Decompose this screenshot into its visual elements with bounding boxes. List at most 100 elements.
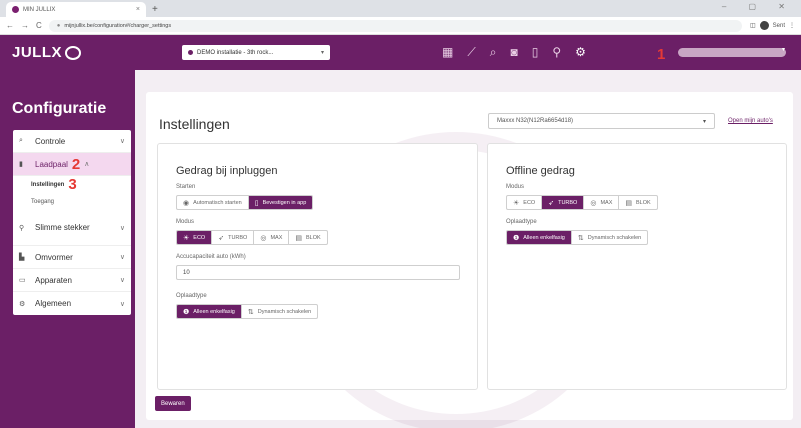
camera-icon[interactable]: ◙ xyxy=(510,45,517,60)
extensions-icon[interactable]: ◫ xyxy=(750,22,756,29)
mode-option-blok[interactable]: ▤ BLOK xyxy=(289,231,326,244)
single-phase-icon: ❶ xyxy=(513,234,520,242)
chevron-down-icon: ∨ xyxy=(119,277,125,284)
chart-icon[interactable]: ⟋ xyxy=(467,45,475,60)
offline-charge-type-dynamic[interactable]: ⇅ Dynamisch schakelen xyxy=(572,231,647,244)
charger-icon[interactable]: ▯ xyxy=(532,45,539,60)
sidebar-item-label: Controle xyxy=(35,136,66,146)
offline-charge-type-label: Oplaadtype xyxy=(506,219,537,225)
start-option-automatic[interactable]: ◉ Automatisch starten xyxy=(177,196,249,209)
mode-option-max[interactable]: ◎ MAX xyxy=(254,231,290,244)
sidebar-item-algemeen[interactable]: ⚙ Algemeen ∨ xyxy=(13,292,131,315)
charge-type-toggle-group: ❶ Alleen enkelfasig ⇅ Dynamisch schakele… xyxy=(176,304,319,319)
settings-gear-icon[interactable]: ⚙ xyxy=(575,45,586,60)
window-controls[interactable]: – ▢ ✕ xyxy=(722,2,795,11)
sidebar-subitem-toegang[interactable]: Toegang xyxy=(13,193,131,210)
save-button[interactable]: Bewaren xyxy=(155,396,191,411)
gauge-icon: ◎ xyxy=(260,234,267,242)
chevron-down-icon: ∨ xyxy=(119,138,125,145)
logo[interactable]: JULLX xyxy=(12,44,82,61)
dynamic-switch-icon: ⇅ xyxy=(247,308,254,316)
start-option-confirm-in-app[interactable]: ▯ Bevestigen in app xyxy=(248,196,313,209)
sidebar-item-omvormer[interactable]: ▙ Omvormer ∨ xyxy=(13,246,131,269)
gear-icon: ⚙ xyxy=(19,300,26,308)
sidebar-item-controle[interactable]: ⌕ Controle ∨ xyxy=(13,130,131,153)
charge-type-single-phase[interactable]: ❶ Alleen enkelfasig xyxy=(177,305,242,318)
tab-close-icon[interactable]: × xyxy=(136,6,140,13)
app-header: JULLX DEMO installatie - 3th rock... ▾ ▦… xyxy=(0,35,801,70)
url-text: mijnjullix.be/configuration#/charger_set… xyxy=(64,22,172,29)
user-account-field[interactable] xyxy=(678,48,786,57)
back-icon[interactable]: ← xyxy=(6,21,14,30)
mode-option-eco[interactable]: ☀ ECO xyxy=(177,231,213,244)
browser-tab[interactable]: MIN JULLIX × xyxy=(6,2,146,17)
mode-label: Modus xyxy=(176,219,195,225)
offline-charge-type-single-phase[interactable]: ❶ Alleen enkelfasig xyxy=(507,231,572,244)
zoom-icon[interactable]: ⌕ xyxy=(490,45,497,60)
open-cars-link[interactable]: Open mijn auto's xyxy=(728,118,773,124)
main-content: Instellingen Maxxx N32(N12Ra6654d18) ▾ O… xyxy=(135,70,801,428)
charger-icon: ▮ xyxy=(19,161,23,168)
annotation-marker-1: 1 xyxy=(657,46,666,63)
installation-select[interactable]: DEMO installatie - 3th rock... ▾ xyxy=(182,45,330,60)
play-icon: ◉ xyxy=(183,199,190,207)
reload-icon[interactable]: C xyxy=(36,21,42,30)
chevron-down-icon: ∨ xyxy=(119,224,125,232)
browser-menu-icon[interactable]: ⋮ xyxy=(789,22,795,29)
sidebar-item-slimme-stekker[interactable]: ⚲ Slimme stekker ∨ xyxy=(13,210,131,246)
single-phase-icon: ❶ xyxy=(183,308,190,316)
sidebar-item-laadpaal[interactable]: ▮ Laadpaal 2 ∧ xyxy=(13,153,131,176)
charger-select[interactable]: Maxxx N32(N12Ra6654d18) ▾ xyxy=(488,113,715,129)
sidebar-item-label: Omvormer xyxy=(35,252,73,262)
plug-icon[interactable]: ⚲ xyxy=(552,45,561,60)
calendar-icon: ▤ xyxy=(625,199,632,207)
offline-mode-toggle-group: ☀ ECO ➶ TURBO ◎ MAX ▤ BLOK xyxy=(506,195,658,210)
offline-mode-option-blok[interactable]: ▤ BLOK xyxy=(619,196,656,209)
offline-mode-option-max[interactable]: ◎ MAX xyxy=(584,196,620,209)
sidebar-item-apparaten[interactable]: ▭ Apparaten ∨ xyxy=(13,269,131,292)
panel-title: Offline gedrag xyxy=(506,165,575,177)
chevron-up-icon: ∧ xyxy=(84,161,90,168)
url-field[interactable]: ● mijnjullix.be/configuration#/charger_s… xyxy=(48,19,742,32)
start-label: Starten xyxy=(176,184,196,190)
charge-type-dynamic[interactable]: ⇅ Dynamisch schakelen xyxy=(242,305,317,318)
calendar-icon: ▤ xyxy=(295,234,302,242)
chevron-down-icon: ∨ xyxy=(119,254,125,261)
offline-charge-type-toggle-group: ❶ Alleen enkelfasig ⇅ Dynamisch schakele… xyxy=(506,230,649,245)
profile-label[interactable]: Sent xyxy=(773,23,785,29)
annotation-marker-3: 3 xyxy=(68,176,77,193)
search-icon: ⌕ xyxy=(19,137,23,144)
option-label: Alleen enkelfasig xyxy=(193,308,235,315)
sidebar-subitem-label: Toegang xyxy=(31,198,55,205)
sidebar-subitem-instellingen[interactable]: Instellingen 3 xyxy=(13,176,131,193)
profile-avatar-icon[interactable] xyxy=(759,21,769,30)
sidebar-item-label: Laadpaal xyxy=(35,159,68,169)
sidebar-item-label: Apparaten xyxy=(35,275,72,285)
option-label: Dynamisch schakelen xyxy=(257,308,312,315)
chevron-down-icon: ▾ xyxy=(702,118,706,125)
dashboard-icon[interactable]: ▦ xyxy=(442,45,453,60)
option-label: BLOK xyxy=(635,199,651,206)
offline-mode-option-eco[interactable]: ☀ ECO xyxy=(507,196,543,209)
sidebar-item-label: Slimme stekker xyxy=(35,223,90,232)
battery-capacity-value: 10 xyxy=(183,269,190,276)
installation-select-value: DEMO installatie - 3th rock... xyxy=(197,49,274,56)
user-menu-chevron-icon[interactable]: ▾ xyxy=(782,46,785,53)
chevron-down-icon: ∨ xyxy=(119,300,125,308)
forward-icon[interactable]: → xyxy=(21,21,29,30)
new-tab-button[interactable]: + xyxy=(152,2,158,17)
sidebar-menu: ⌕ Controle ∨ ▮ Laadpaal 2 ∧ Instellingen… xyxy=(13,130,131,315)
mode-option-turbo[interactable]: ➶ TURBO xyxy=(212,231,255,244)
favicon-icon xyxy=(12,6,19,13)
logo-text: JULLX xyxy=(12,44,63,61)
phone-icon: ▯ xyxy=(254,199,259,207)
offline-mode-option-turbo[interactable]: ➶ TURBO xyxy=(542,196,585,209)
battery-capacity-input[interactable]: 10 xyxy=(176,265,460,280)
offline-behaviour-panel: Offline gedrag Modus ☀ ECO ➶ TURBO ◎ MAX… xyxy=(487,143,787,390)
panel-title: Gedrag bij inpluggen xyxy=(176,165,278,177)
rocket-icon: ➶ xyxy=(548,199,555,207)
logo-mark-icon xyxy=(65,45,82,60)
chevron-down-icon: ▾ xyxy=(320,50,324,56)
option-label: Bevestigen in app xyxy=(262,199,307,206)
sidebar-title: Configuratie xyxy=(12,100,107,117)
